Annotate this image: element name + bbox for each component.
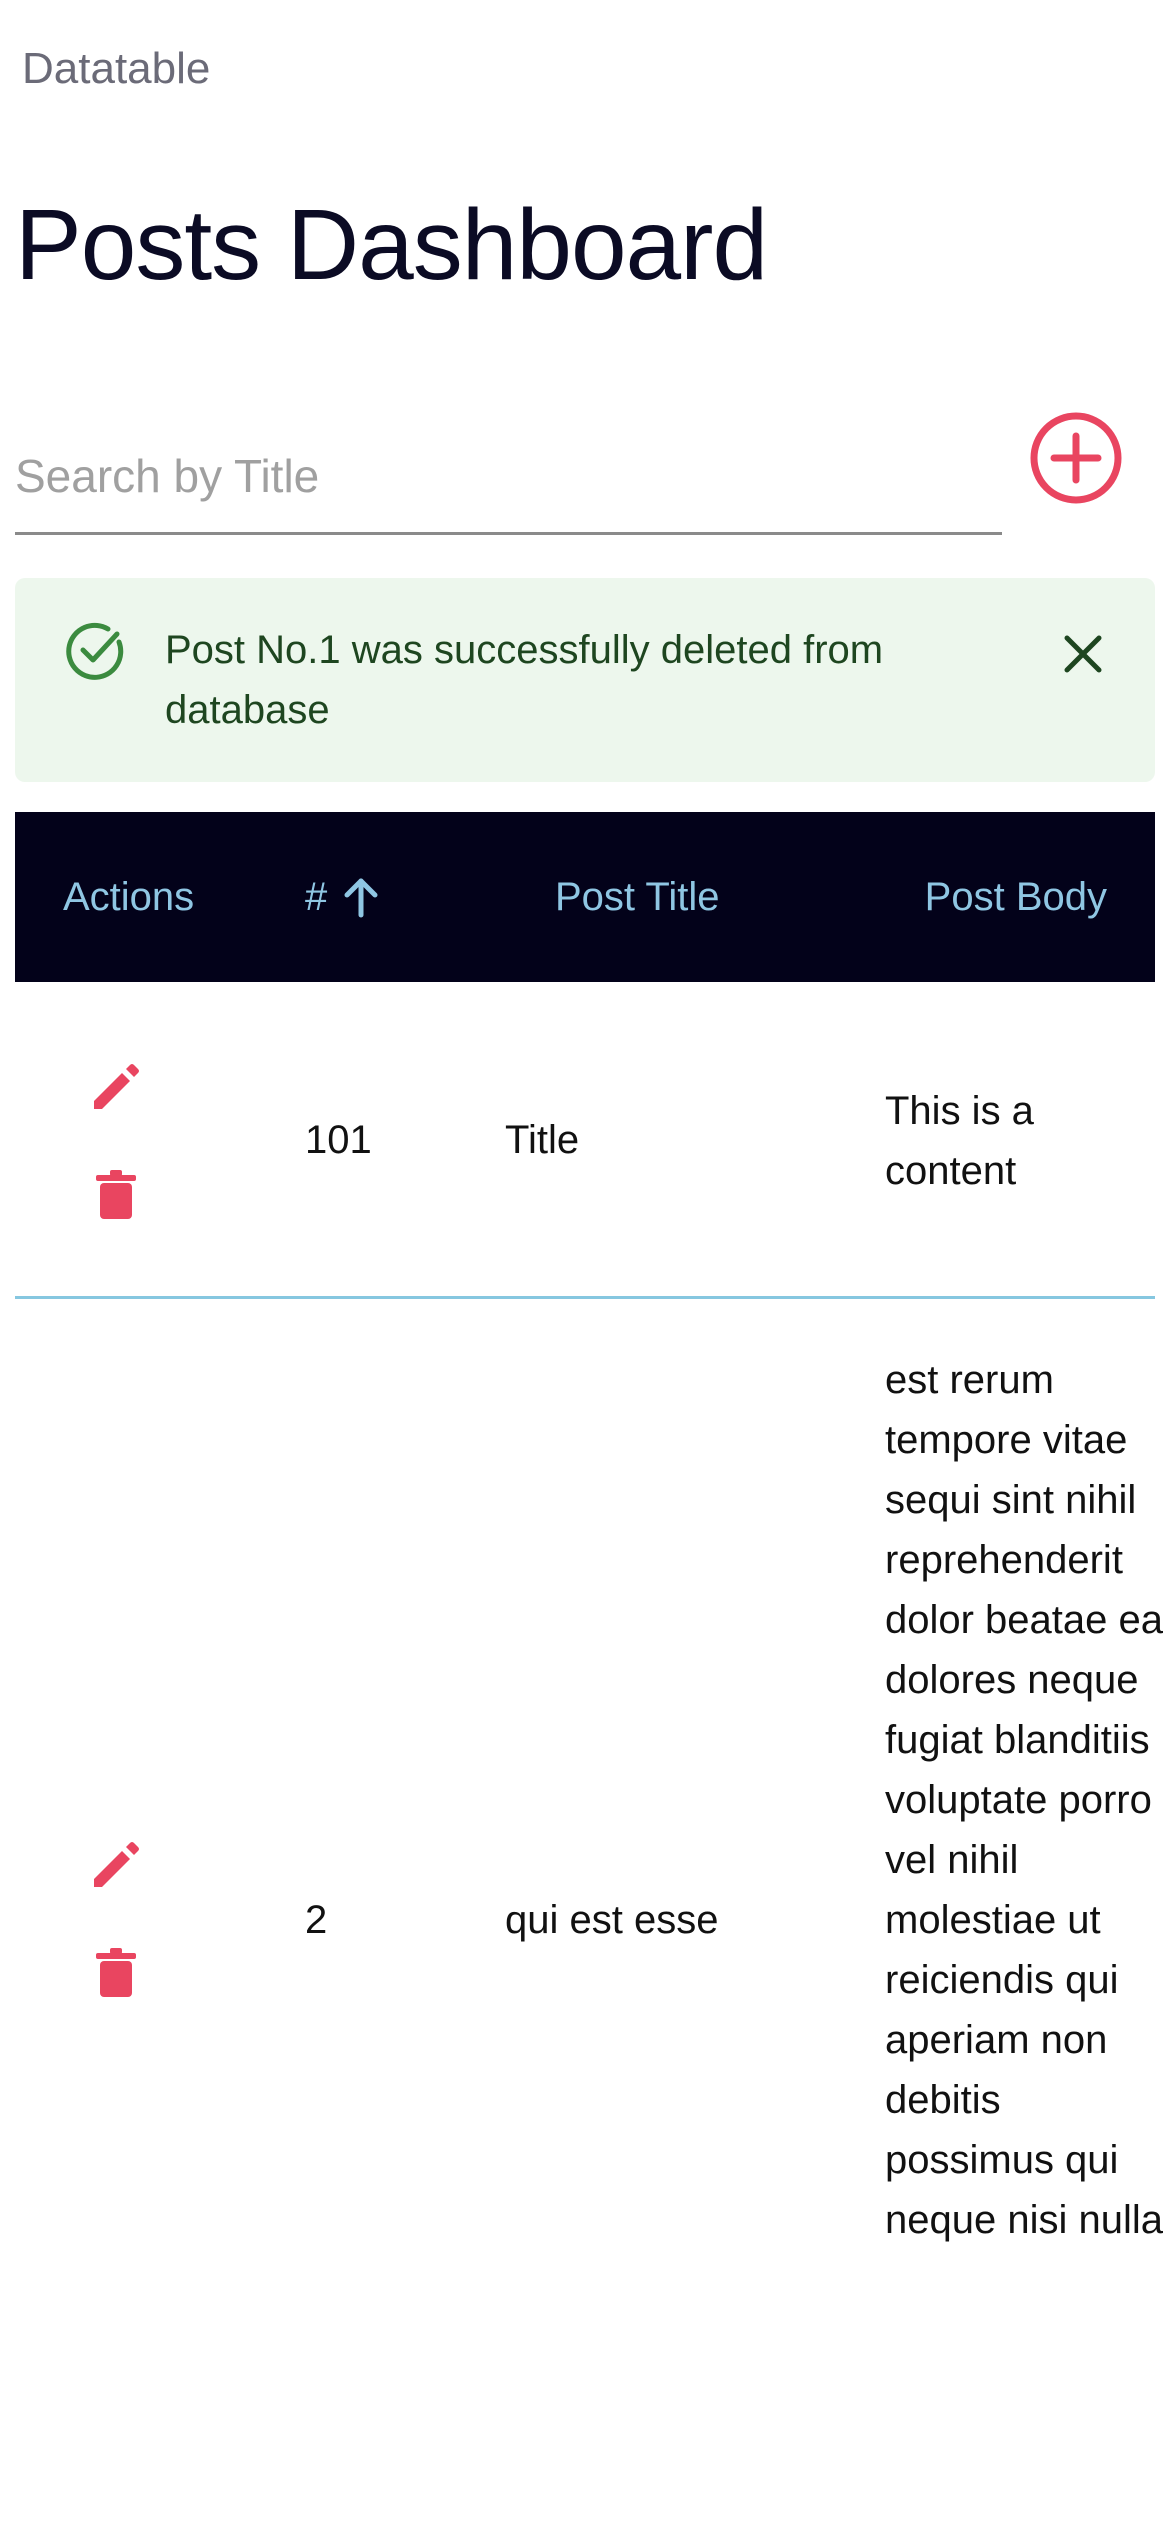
add-circle-icon	[1030, 412, 1122, 504]
edit-button[interactable]	[86, 1057, 146, 1117]
pencil-icon	[94, 1842, 139, 1887]
header-actions: Actions	[63, 875, 195, 919]
row-title: Title	[505, 1118, 580, 1162]
pencil-icon	[94, 1064, 139, 1109]
page-title: Posts Dashboard	[15, 189, 768, 301]
table-header: Actions # Post Title Post Body	[15, 812, 1155, 982]
row-id: 101	[305, 1118, 372, 1162]
close-icon	[1064, 635, 1102, 673]
row-id: 2	[305, 1898, 328, 1942]
row-body: This is a content	[885, 1089, 1034, 1193]
check-circle-icon	[66, 622, 124, 680]
edit-button[interactable]	[86, 1835, 146, 1895]
delete-button[interactable]	[86, 1165, 146, 1225]
arrow-up-icon[interactable]	[341, 875, 381, 919]
header-id[interactable]: #	[305, 872, 381, 922]
alert-message: Post No.1 was successfully deleted from …	[165, 628, 884, 732]
header-title[interactable]: Post Title	[555, 872, 720, 922]
alert-close-button[interactable]	[1057, 628, 1109, 680]
search-input[interactable]	[15, 420, 1002, 532]
add-post-button[interactable]	[1028, 410, 1124, 506]
row-body: est rerum tempore vitae sequi sint nihil…	[885, 1358, 1164, 2242]
app-label: Datatable	[22, 44, 211, 93]
success-alert: Post No.1 was successfully deleted from …	[15, 578, 1155, 782]
trash-icon	[96, 1948, 136, 1997]
header-id-label: #	[305, 875, 328, 919]
row-divider	[15, 1296, 1155, 1299]
delete-button[interactable]	[86, 1943, 146, 2003]
row-title: qui est esse	[505, 1898, 719, 1942]
search-field	[15, 420, 1002, 535]
header-body[interactable]: Post Body	[925, 872, 1107, 922]
trash-icon	[96, 1170, 136, 1219]
